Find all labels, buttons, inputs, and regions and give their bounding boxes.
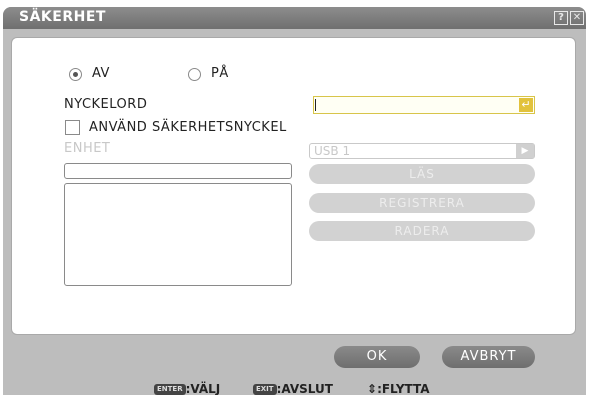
radio-off[interactable] <box>69 68 82 81</box>
enter-key-icon: ENTER <box>154 384 186 395</box>
keyword-label: NYCKELORD <box>64 97 148 112</box>
move-hint: :FLYTTA <box>377 382 430 395</box>
ok-button[interactable]: OK <box>334 346 420 368</box>
play-arrow-icon: ▶ <box>516 144 534 158</box>
text-caret <box>315 99 316 111</box>
device-select-value: USB 1 <box>314 144 351 158</box>
delete-button[interactable]: RADERA <box>309 221 535 241</box>
security-key-checkbox[interactable] <box>65 120 80 135</box>
registered-keys-list[interactable] <box>64 183 292 286</box>
read-button[interactable]: LÄS <box>309 164 535 184</box>
help-icon[interactable]: ? <box>554 11 568 25</box>
keyword-input[interactable]: ↵ <box>313 96 535 114</box>
close-icon[interactable]: ✕ <box>570 11 584 25</box>
radio-on-label: PÅ <box>211 66 229 81</box>
radio-on[interactable] <box>188 68 201 81</box>
device-key-field[interactable] <box>64 163 292 179</box>
security-key-label: ANVÄND SÄKERHETSNYCKEL <box>89 120 287 135</box>
exit-hint: :AVSLUT <box>276 382 333 395</box>
radio-off-label: AV <box>92 66 110 81</box>
help-bar: ENTER:VÄLJ EXIT:AVSLUT ⇕:FLYTTA <box>3 383 586 395</box>
updown-arrow-icon: ⇕ <box>367 382 378 395</box>
dialog-title: SÄKERHET <box>19 9 106 25</box>
exit-key-icon: EXIT <box>253 384 277 395</box>
title-bar: SÄKERHET ? ✕ <box>3 7 586 29</box>
cancel-button[interactable]: AVBRYT <box>442 346 535 368</box>
device-label: ENHET <box>64 141 111 156</box>
enter-hint: :VÄLJ <box>185 382 221 395</box>
device-select[interactable]: USB 1 ▶ <box>309 143 535 159</box>
register-button[interactable]: REGISTRERA <box>309 193 535 213</box>
enter-icon[interactable]: ↵ <box>519 98 533 112</box>
